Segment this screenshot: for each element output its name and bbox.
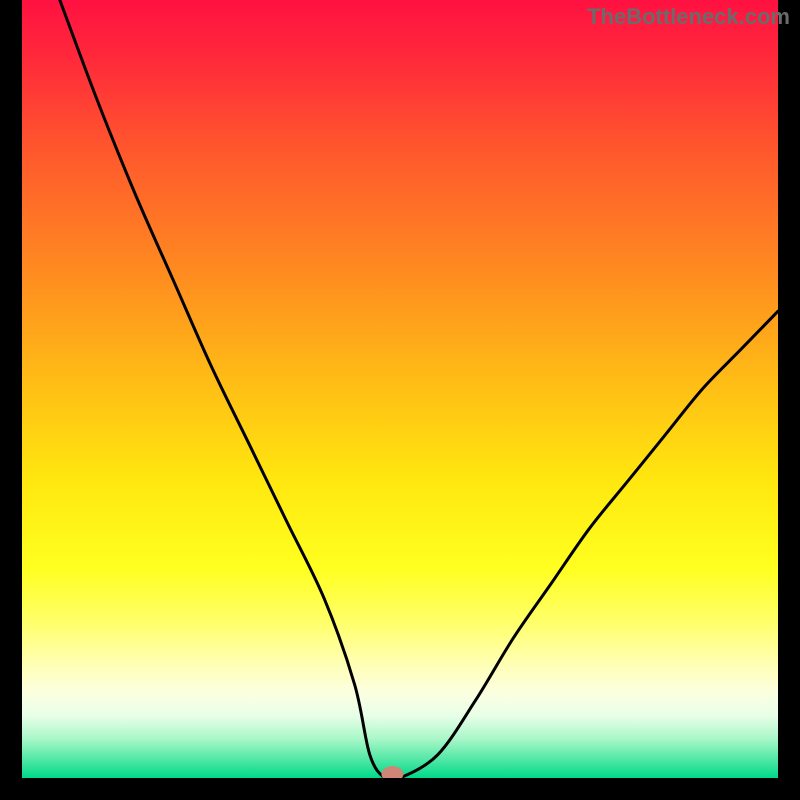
bottleneck-chart: TheBottleneck.com [0,0,800,800]
watermark-text: TheBottleneck.com [587,4,790,30]
border-left [0,0,22,800]
border-bottom [0,778,800,800]
chart-svg [0,0,800,800]
border-right [778,0,800,800]
plot-background [22,0,778,778]
